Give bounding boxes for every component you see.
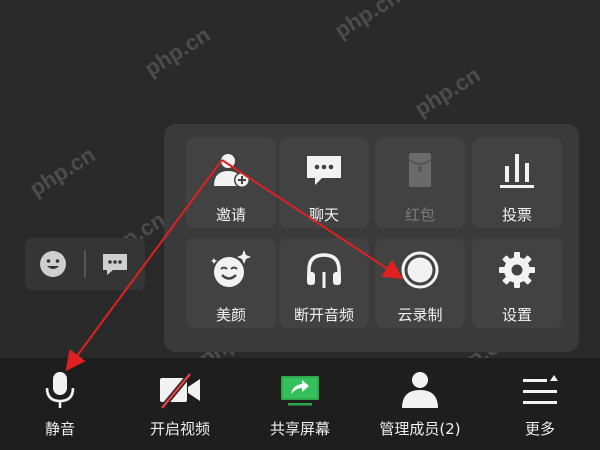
emoji-face-icon [40,251,66,277]
chat-button[interactable] [99,248,131,280]
start-video-button[interactable]: 开启视频 [120,358,240,450]
share-screen-button[interactable]: 共享屏幕 [240,358,360,450]
record-circle-icon [401,251,439,289]
red-packet-icon [408,153,432,187]
cloud-record-button[interactable]: 云录制 [375,238,465,328]
share-screen-icon [281,376,319,406]
tile-label: 红包 [404,206,435,224]
chat-bubble-icon [103,254,127,275]
toolbar-label: 静音 [44,420,75,438]
headphones-icon [307,253,341,288]
more-options-panel: 邀请 聊天 红包 投票 美颜 断开音频 云录制 设置 [164,124,579,352]
watermark: php.cn [140,21,215,82]
tile-label: 投票 [501,206,532,224]
tile-label: 断开音频 [293,306,354,324]
invite-button[interactable]: 邀请 [186,138,276,228]
tile-label: 云录制 [397,306,443,324]
toolbar-label: 更多 [524,420,555,438]
chat-tile-button[interactable]: 聊天 [279,138,369,228]
vote-bars-icon [500,154,534,188]
quick-actions-pill [25,238,145,290]
red-packet-button[interactable]: 红包 [375,138,465,228]
beauty-button[interactable]: 美颜 [186,238,276,328]
members-icon [402,372,438,408]
tile-label: 聊天 [308,206,339,224]
watermark: php.cn [25,141,100,202]
watermark: php.cn [330,0,405,44]
more-button[interactable]: 更多 [480,358,600,450]
tile-label: 设置 [501,306,532,324]
vote-button[interactable]: 投票 [472,138,562,228]
watermark: php.cn [410,61,485,122]
tile-label: 邀请 [215,206,246,224]
microphone-icon [45,372,75,408]
gear-icon [499,252,535,288]
toolbar-label: 管理成员(2) [379,420,461,438]
bottom-toolbar: 静音 开启视频 共享屏幕 管理成员(2) 更多 [0,358,600,450]
manage-members-button[interactable]: 管理成员(2) [360,358,480,450]
more-menu-icon [523,375,558,404]
mute-button[interactable]: 静音 [0,358,120,450]
toolbar-label: 开启视频 [149,420,210,438]
emoji-button[interactable] [37,248,69,280]
pill-divider [84,250,86,278]
meeting-screen: php.cn php.cn php.cn php.cn php.cn php.c… [0,0,600,450]
settings-button[interactable]: 设置 [472,238,562,328]
toolbar-label: 共享屏幕 [269,420,330,438]
tile-label: 美颜 [215,306,246,324]
chat-bubble-icon [307,156,341,185]
disconnect-audio-button[interactable]: 断开音频 [279,238,369,328]
video-off-icon [160,372,200,410]
invite-user-icon [214,154,250,188]
beauty-face-icon [211,250,251,287]
